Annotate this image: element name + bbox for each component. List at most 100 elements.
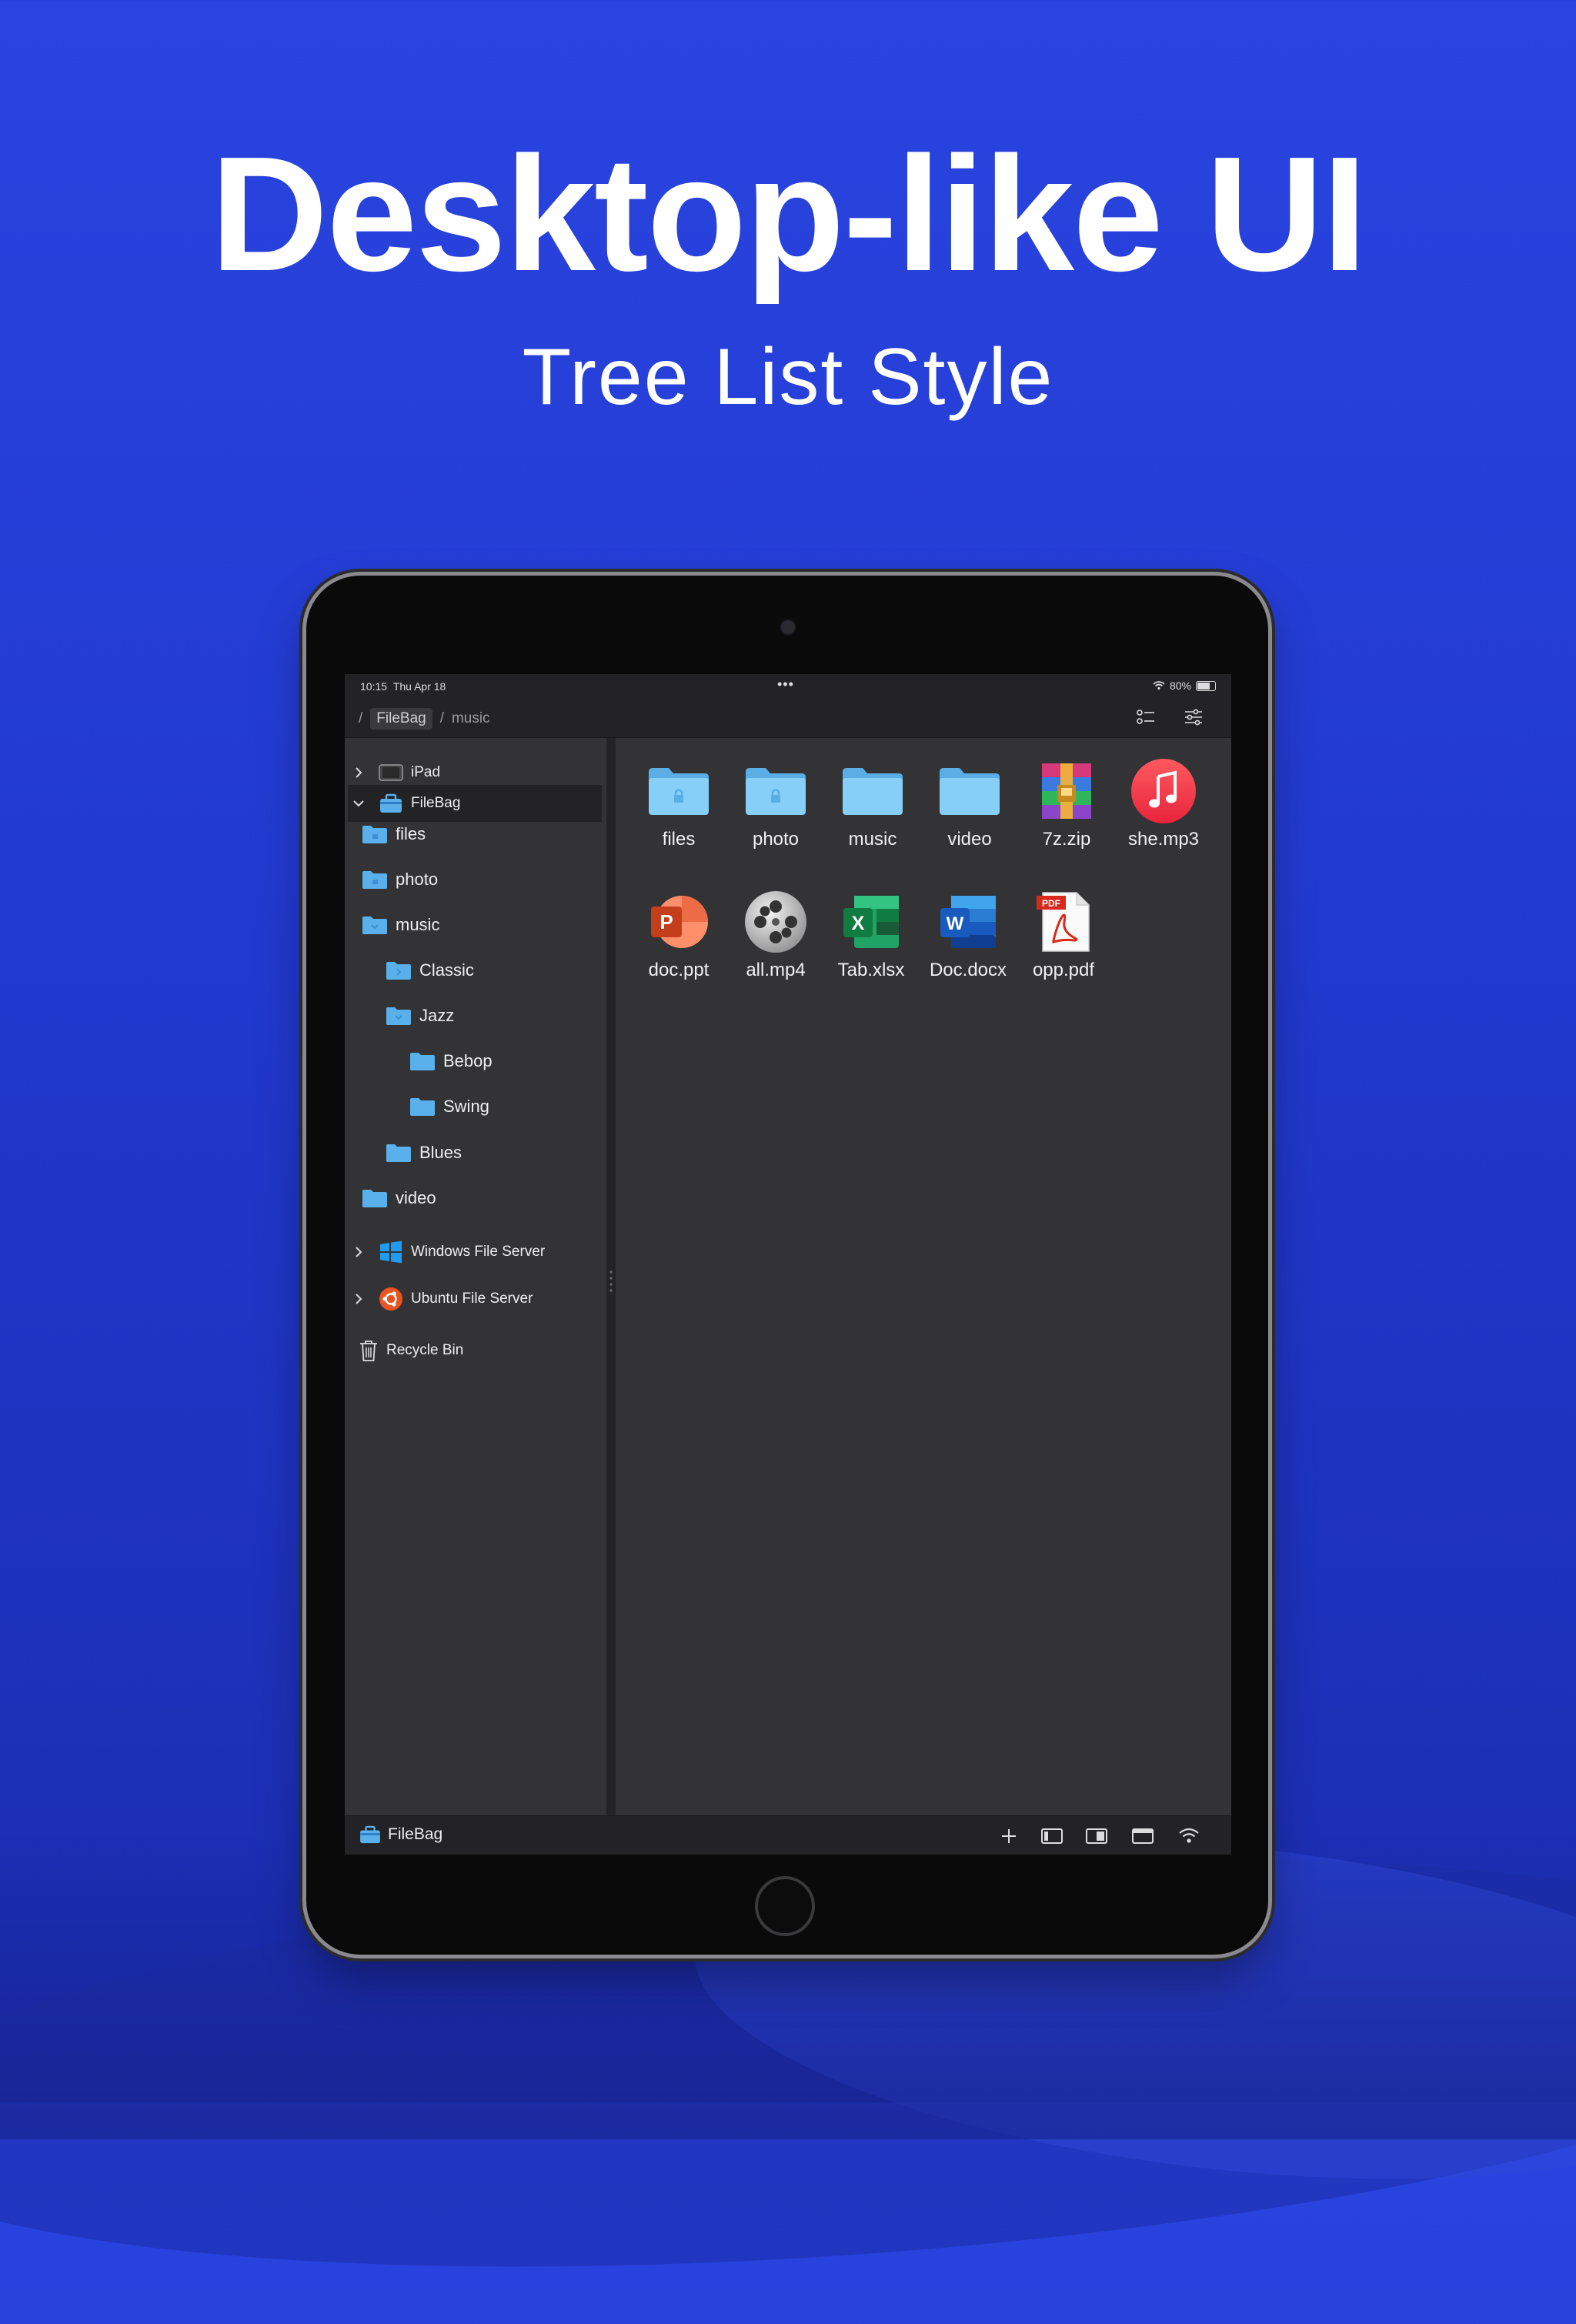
grid-item-7z[interactable]: 7z.zip xyxy=(1020,756,1113,850)
chevron-right-icon[interactable] xyxy=(348,1246,369,1258)
settings-sliders-icon[interactable] xyxy=(1184,708,1204,726)
sidebar-label: video xyxy=(396,1188,436,1207)
excel-icon: X xyxy=(843,896,899,948)
folder-lock-icon xyxy=(362,826,387,843)
word-icon: W xyxy=(940,896,996,948)
svg-text:PDF: PDF xyxy=(1042,898,1060,909)
grid-item-label: opp.pdf xyxy=(1032,960,1095,980)
add-icon[interactable] xyxy=(997,1826,1020,1846)
grid-item-label: Doc.docx xyxy=(929,960,1007,980)
sidebar-item-music[interactable]: music xyxy=(345,907,605,943)
folder-icon xyxy=(362,1190,387,1207)
sidebar-label: FileBag xyxy=(411,795,461,811)
grid-item-label: she.mp3 xyxy=(1127,829,1200,850)
svg-text:W: W xyxy=(947,913,964,934)
sidebar-item-windows-server[interactable]: Windows File Server xyxy=(345,1234,605,1271)
sidebar-item-classic[interactable]: Classic xyxy=(345,952,605,989)
file-grid: files photo music video 7z.zip she.mp3 P… xyxy=(616,738,1231,1815)
chevron-down-icon[interactable] xyxy=(348,799,369,808)
grid-item-label: music xyxy=(848,829,897,850)
sidebar-item-bebop[interactable]: Bebop xyxy=(345,1043,605,1080)
split-divider[interactable] xyxy=(606,738,616,1815)
grid-item-files[interactable]: files xyxy=(633,756,725,850)
sidebar-item-video[interactable]: video xyxy=(345,1180,605,1217)
sidebar-item-jazz[interactable]: Jazz xyxy=(345,997,605,1034)
grid-item-video[interactable]: video xyxy=(923,756,1016,850)
headline-subtitle: Tree List Style xyxy=(522,332,1054,422)
ipad-device: 10:15 Thu Apr 18 ••• 80% / FileBag / mus… xyxy=(306,576,1268,1955)
grid-item-label: all.mp4 xyxy=(746,960,806,980)
trash-icon xyxy=(360,1341,377,1361)
folder-lock-icon xyxy=(649,768,709,815)
app-screen: 10:15 Thu Apr 18 ••• 80% / FileBag / mus… xyxy=(345,674,1231,1855)
sidebar-item-ubuntu-server[interactable]: Ubuntu File Server xyxy=(345,1281,605,1317)
grid-item-she-mp3[interactable]: she.mp3 xyxy=(1117,756,1210,850)
current-location-label: FileBag xyxy=(388,1825,443,1843)
battery-percent: 80% xyxy=(1169,680,1191,692)
folder-lock-icon xyxy=(746,768,806,815)
folder-collapsed-icon xyxy=(386,962,411,980)
sidebar-item-swing[interactable]: Swing xyxy=(345,1088,605,1125)
grid-item-doc-ppt[interactable]: P doc.ppt xyxy=(633,887,725,981)
right-panel-icon[interactable] xyxy=(1085,1826,1108,1846)
list-view-icon[interactable] xyxy=(1136,708,1156,726)
sidebar-label: files xyxy=(396,824,426,843)
grid-item-opp-pdf[interactable]: PDF opp.pdf xyxy=(1017,887,1110,981)
breadcrumb-separator: / xyxy=(359,710,363,726)
folder-icon xyxy=(410,1098,435,1116)
folder-icon xyxy=(843,768,903,815)
archive-icon xyxy=(1042,763,1091,819)
status-time: 10:15 Thu Apr 18 xyxy=(360,680,446,693)
folder-lock-icon xyxy=(362,871,387,889)
wifi-icon xyxy=(1153,681,1165,690)
multitask-dots[interactable]: ••• xyxy=(777,676,794,693)
folder-icon xyxy=(410,1053,435,1070)
sidebar-label: Bebop xyxy=(443,1051,492,1070)
breadcrumb-separator: / xyxy=(439,710,444,726)
camera xyxy=(780,619,796,636)
home-button[interactable] xyxy=(755,1876,815,1936)
battery-icon xyxy=(1196,680,1216,691)
breadcrumb: / FileBag / music xyxy=(359,708,490,730)
breadcrumb-current[interactable]: music xyxy=(452,710,490,727)
grid-item-music[interactable]: music xyxy=(826,756,919,850)
filebag-icon xyxy=(360,1825,380,1844)
left-panel-icon[interactable] xyxy=(1040,1826,1063,1846)
svg-text:X: X xyxy=(852,913,865,934)
windows-icon xyxy=(380,1240,402,1264)
sidebar-item-blues[interactable]: Blues xyxy=(345,1134,605,1171)
folder-open-icon xyxy=(362,917,387,934)
sidebar-label: Windows File Server xyxy=(411,1244,546,1260)
wifi-transfer-icon[interactable] xyxy=(1177,1826,1200,1846)
grid-item-tab-xlsx[interactable]: X Tab.xlsx xyxy=(825,887,917,981)
sidebar-label: iPad xyxy=(411,764,441,780)
chevron-right-icon[interactable] xyxy=(348,766,369,779)
grid-item-photo[interactable]: photo xyxy=(730,756,822,850)
powerpoint-icon: P xyxy=(651,896,708,948)
breadcrumb-root[interactable]: FileBag xyxy=(370,708,432,730)
grid-item-label: 7z.zip xyxy=(1042,829,1091,850)
sidebar-label: Recycle Bin xyxy=(386,1342,464,1358)
sidebar-tree: iPad FileBag files photo music Classic J… xyxy=(345,738,605,1815)
status-bar: 10:15 Thu Apr 18 ••• 80% xyxy=(345,674,1231,697)
current-location[interactable]: FileBag xyxy=(359,1825,442,1844)
window-icon[interactable] xyxy=(1131,1826,1154,1846)
grid-item-all-mp4[interactable]: all.mp4 xyxy=(730,887,822,981)
sidebar-item-photo[interactable]: photo xyxy=(345,861,605,898)
film-reel-icon xyxy=(745,891,806,953)
status-right: 80% xyxy=(1153,680,1216,692)
sidebar-item-recycle-bin[interactable]: Recycle Bin xyxy=(345,1332,605,1369)
grid-item-doc-docx[interactable]: W Doc.docx xyxy=(922,887,1014,981)
pdf-icon: PDF xyxy=(1037,892,1090,952)
grid-item-label: photo xyxy=(752,829,800,850)
divider-grip[interactable] xyxy=(609,1269,613,1292)
grid-item-label: doc.ppt xyxy=(648,960,710,980)
sidebar-item-files[interactable]: files xyxy=(345,816,605,853)
ubuntu-icon xyxy=(379,1287,402,1311)
grid-item-label: Tab.xlsx xyxy=(837,960,905,980)
ipad-icon xyxy=(379,764,403,781)
folder-icon xyxy=(940,768,1000,815)
sidebar-label: Classic xyxy=(419,960,474,980)
chevron-right-icon[interactable] xyxy=(348,1293,369,1305)
top-toolbar: / FileBag / music xyxy=(345,697,1231,738)
